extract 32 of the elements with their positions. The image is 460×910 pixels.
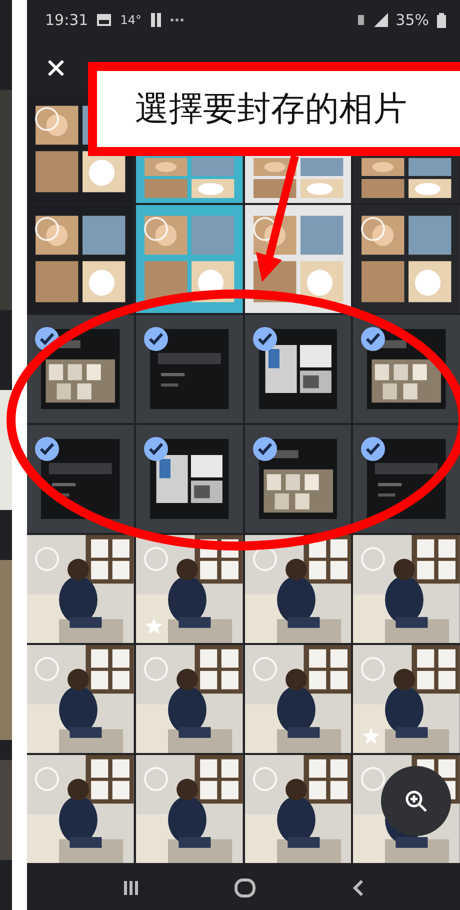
checkmark-icon[interactable] xyxy=(252,326,278,352)
checkmark-icon[interactable] xyxy=(34,326,60,352)
callout-tooltip: 選擇要封存的相片 xyxy=(88,62,460,156)
recent-apps-icon[interactable] xyxy=(122,880,139,896)
photo-tile[interactable] xyxy=(136,425,242,533)
checkmark-icon[interactable] xyxy=(360,326,386,352)
photo-tile[interactable] xyxy=(27,315,134,423)
temperature-text: 14° xyxy=(120,12,142,29)
selection-circle-icon[interactable] xyxy=(360,216,386,242)
selection-circle-icon[interactable] xyxy=(34,216,60,242)
close-icon[interactable] xyxy=(47,58,65,76)
checkmark-icon[interactable] xyxy=(142,326,169,352)
back-icon[interactable] xyxy=(352,878,364,896)
photo-tile[interactable] xyxy=(244,425,352,533)
home-icon[interactable] xyxy=(234,878,256,898)
checkmark-icon[interactable] xyxy=(252,436,278,462)
selection-circle-icon[interactable] xyxy=(34,106,60,132)
zoom-in-icon xyxy=(404,789,428,813)
selection-circle-icon[interactable] xyxy=(360,766,386,792)
status-time: 19:31 xyxy=(45,10,88,31)
gallery-icon xyxy=(96,13,112,27)
battery-text: 35% xyxy=(396,10,429,31)
checkmark-icon[interactable] xyxy=(34,436,60,462)
photo-tile[interactable] xyxy=(244,315,352,423)
battery-icon xyxy=(437,12,446,28)
checkmark-icon[interactable] xyxy=(142,436,169,462)
photo-tile[interactable] xyxy=(27,425,134,533)
more-notifications-icon xyxy=(170,18,184,22)
signal-icon xyxy=(374,13,388,27)
photo-tile[interactable] xyxy=(136,315,242,423)
notification-icon xyxy=(150,12,162,28)
checkmark-icon[interactable] xyxy=(360,436,386,462)
